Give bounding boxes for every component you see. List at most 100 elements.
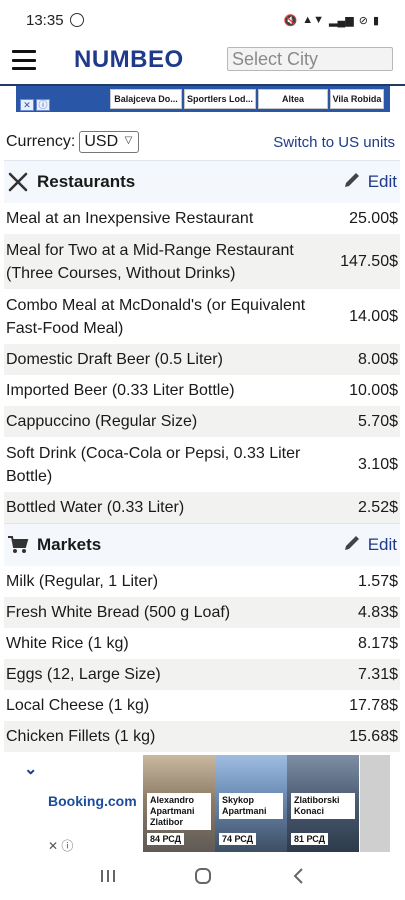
table-row: Cappuccino (Regular Size) 5.70$ (4, 406, 400, 437)
hotel-name: Zlatiborski Konaci (291, 793, 355, 819)
currency-label: Currency: (6, 133, 76, 150)
item-label: Soft Drink (Coca-Cola or Pepsi, 0.33 Lit… (6, 444, 301, 485)
markets-header: Markets Edit (4, 523, 400, 566)
hotel-price: 81 РСД (291, 833, 329, 845)
markets-title: Markets (37, 535, 102, 554)
item-price: 8.17$ (357, 635, 398, 652)
item-price: 2.52$ (357, 499, 398, 516)
item-label: Eggs (12, Large Size) (6, 666, 161, 683)
hotel-name: Alexandro Apartmani Zlatibor (147, 793, 211, 830)
ad-card[interactable]: Sportlers Lod... (184, 89, 256, 109)
android-nav-bar (0, 852, 405, 900)
signal-icon: ▂▄▆ (329, 14, 354, 27)
table-row: Meal at an Inexpensive Restaurant 25.00$ (4, 203, 400, 234)
table-row: Chicken Fillets (1 kg) 15.68$ (4, 721, 400, 752)
hotel-price: 74 РСД (219, 833, 257, 845)
restaurants-header: Restaurants Edit (4, 160, 400, 203)
item-price: 10.00$ (349, 382, 398, 399)
table-row: Domestic Draft Beer (0.5 Liter) 8.00$ (4, 344, 400, 375)
booking-ad[interactable]: ⌄ Booking.com ✕ ⓘ Alexandro Apartmani Zl… (0, 755, 405, 853)
price-table: Restaurants Edit Meal at an Inexpensive … (4, 160, 400, 752)
pencil-icon (342, 170, 362, 195)
table-row: Eggs (12, Large Size) 7.31$ (4, 659, 400, 690)
item-label: Fresh White Bread (500 g Loaf) (6, 604, 231, 621)
table-row: Meal for Two at a Mid-Range Restaurant (… (4, 234, 400, 289)
item-label: Milk (Regular, 1 Liter) (6, 573, 159, 590)
ad-info-icon[interactable]: ⓘ (36, 99, 50, 111)
status-time: 13:35 (26, 11, 64, 29)
table-row: Soft Drink (Coca-Cola or Pepsi, 0.33 Lit… (4, 437, 400, 492)
table-row: Milk (Regular, 1 Liter) 1.57$ (4, 566, 400, 597)
restaurants-edit-link[interactable]: Edit (342, 170, 397, 195)
numbeo-logo[interactable]: NUMBEO (74, 46, 184, 74)
site-header: NUMBEO (0, 40, 405, 86)
cart-icon (7, 534, 29, 556)
hotel-card[interactable]: Alexandro Apartmani Zlatibor 84 РСД (143, 755, 215, 852)
table-row: Local Cheese (1 kg) 17.78$ (4, 690, 400, 721)
item-price: 8.00$ (357, 351, 398, 368)
ad-card[interactable]: Altea (258, 89, 328, 109)
currency-row: Currency: USD ▽ Switch to US units (0, 128, 405, 156)
hotel-card[interactable]: Skykop Apartmani 74 РСД (215, 755, 287, 852)
item-label: Chicken Fillets (1 kg) (6, 728, 156, 745)
table-row: Fresh White Bread (500 g Loaf) 4.83$ (4, 597, 400, 628)
ad-card[interactable]: Balajceva Do... (110, 89, 182, 109)
item-label: Combo Meal at McDonald's (or Equivalent … (6, 296, 306, 337)
back-button[interactable] (283, 864, 313, 888)
item-price: 5.70$ (357, 413, 398, 430)
status-icons: 🔇 ▲▼ ▂▄▆ ⊘ ▮ (284, 14, 379, 27)
recent-apps-button[interactable] (93, 864, 123, 888)
ad-controls: ✕ ⓘ (16, 99, 54, 111)
chevron-down-icon[interactable]: ⌄ (24, 759, 37, 779)
table-row: Combo Meal at McDonald's (or Equivalent … (4, 289, 400, 344)
item-price: 7.31$ (357, 666, 398, 683)
hotel-card[interactable]: Zlatiborski Konaci 81 РСД (287, 755, 359, 852)
pencil-icon (342, 533, 362, 558)
item-price: 1.57$ (357, 573, 398, 590)
mute-icon: 🔇 (283, 14, 298, 27)
top-ad-banner[interactable]: ✕ ⓘ Balajceva Do... Sportlers Lod... Alt… (16, 86, 390, 112)
restaurants-title: Restaurants (37, 172, 136, 191)
markets-edit-link[interactable]: Edit (342, 533, 397, 558)
item-price: 17.78$ (349, 697, 398, 714)
ad-close-icon[interactable]: ✕ (20, 99, 34, 111)
item-label: Bottled Water (0.33 Liter) (6, 499, 185, 516)
switch-units-link[interactable]: Switch to US units (273, 134, 399, 151)
item-price: 3.10$ (357, 456, 398, 473)
edit-label: Edit (367, 172, 397, 191)
table-row: Imported Beer (0.33 Liter Bottle) 10.00$ (4, 375, 400, 406)
currency-select[interactable]: USD ▽ (79, 131, 140, 153)
edit-label: Edit (367, 535, 397, 554)
whatsapp-icon (69, 13, 84, 27)
ad-card[interactable]: Vila Robida (330, 89, 384, 109)
battery-icon: ▮ (372, 14, 379, 27)
hotel-name: Skykop Apartmani (219, 793, 283, 819)
item-label: Cappuccino (Regular Size) (6, 413, 198, 430)
hotel-price: 84 РСД (147, 833, 185, 845)
menu-icon[interactable] (12, 50, 36, 70)
booking-logo[interactable]: Booking.com (48, 793, 137, 809)
restaurant-icon (7, 171, 29, 193)
item-label: Imported Beer (0.33 Liter Bottle) (6, 382, 235, 399)
city-search-input[interactable] (227, 47, 393, 71)
item-price: 4.83$ (357, 604, 398, 621)
item-price: 14.00$ (349, 308, 398, 325)
item-price: 15.68$ (349, 728, 398, 745)
restaurants-list: Meal at an Inexpensive Restaurant 25.00$ … (4, 203, 400, 523)
dnd-icon: ⊘ (358, 14, 368, 27)
table-row: Bottled Water (0.33 Liter) 2.52$ (4, 492, 400, 523)
home-button[interactable] (188, 864, 218, 888)
item-label: Meal at an Inexpensive Restaurant (6, 210, 254, 227)
chevron-down-icon: ▽ (124, 135, 133, 146)
item-label: Domestic Draft Beer (0.5 Liter) (6, 351, 223, 368)
item-price: 147.50$ (340, 253, 398, 270)
item-price: 25.00$ (349, 210, 398, 227)
table-row: White Rice (1 kg) 8.17$ (4, 628, 400, 659)
currency-value: USD (84, 133, 119, 150)
item-label: Meal for Two at a Mid-Range Restaurant (… (6, 241, 294, 282)
item-label: Local Cheese (1 kg) (6, 697, 150, 714)
markets-list: Milk (Regular, 1 Liter) 1.57$ Fresh White… (4, 566, 400, 752)
network-icon: ▲▼ (302, 14, 324, 26)
status-bar: 13:35 🔇 ▲▼ ▂▄▆ ⊘ ▮ (0, 0, 405, 40)
item-label: White Rice (1 kg) (6, 635, 129, 652)
